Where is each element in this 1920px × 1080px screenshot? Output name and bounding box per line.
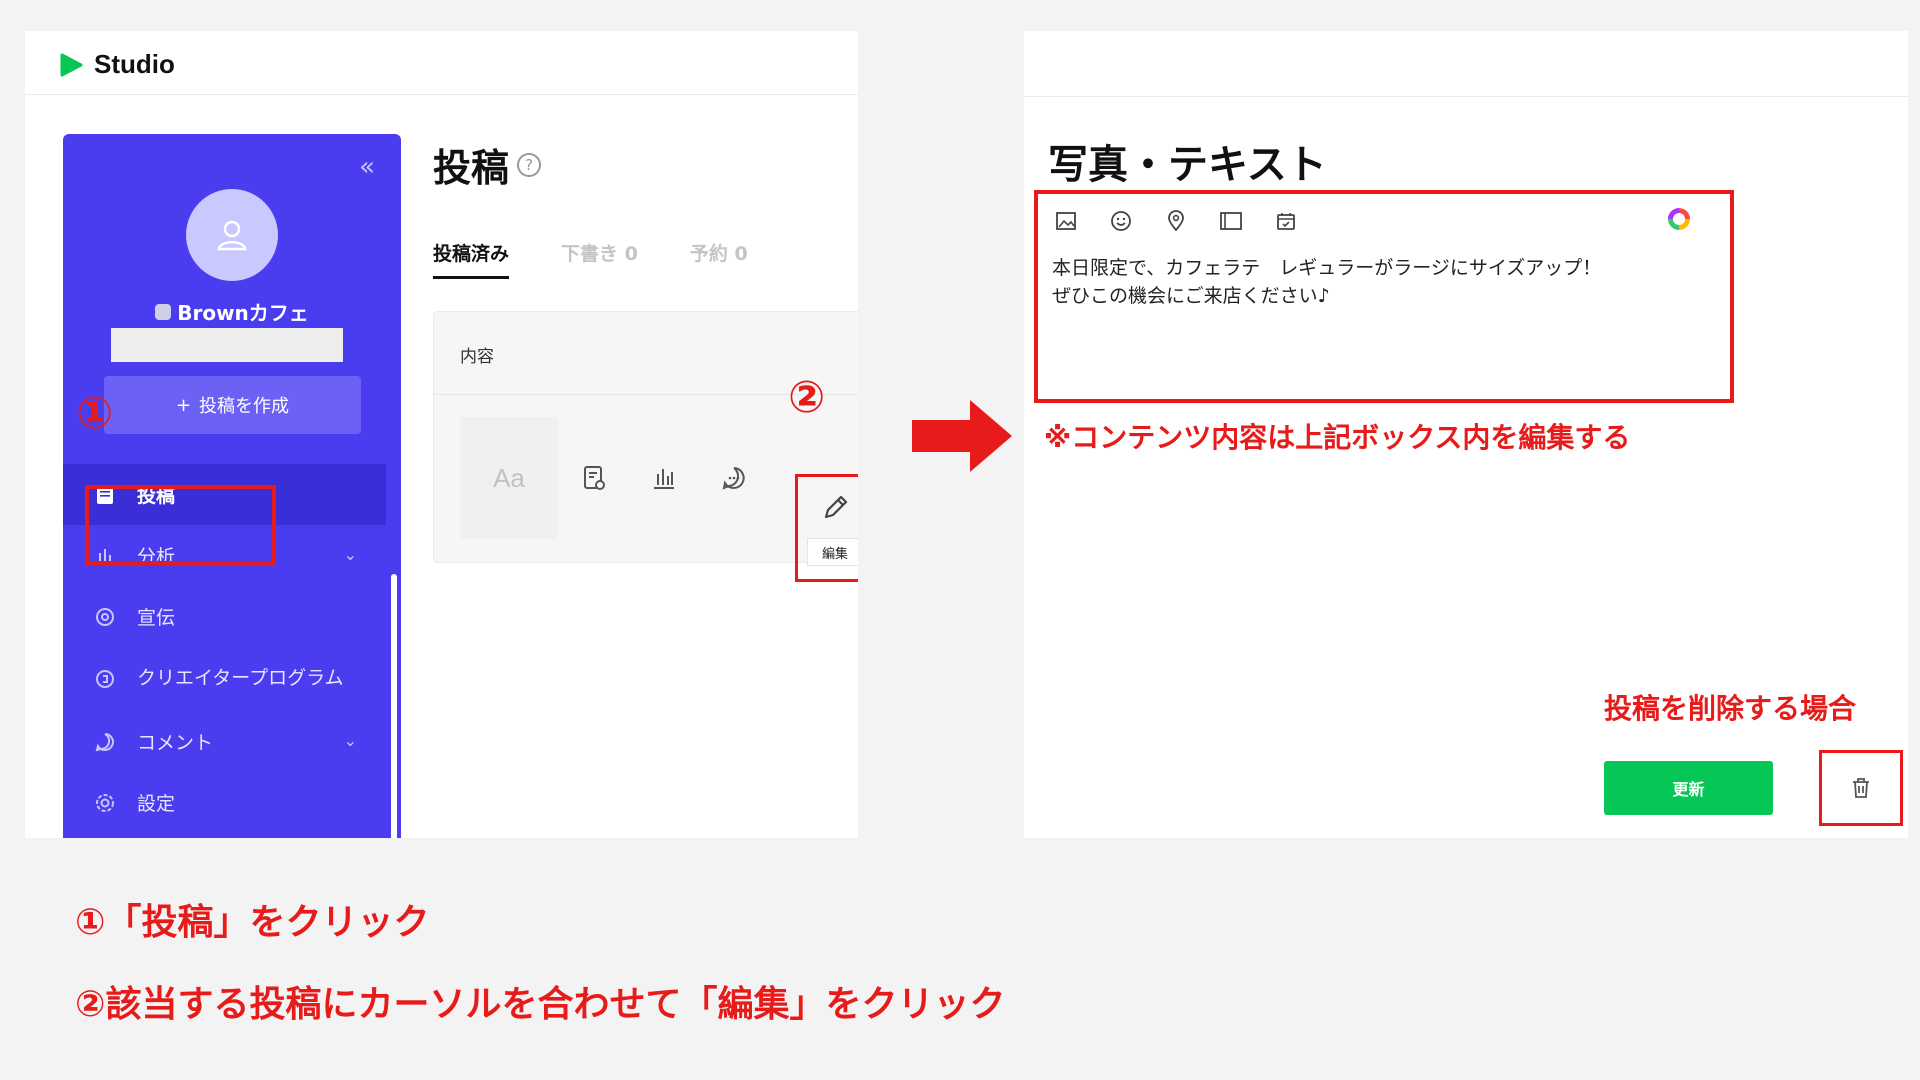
edit-note: ※コンテンツ内容は上記ボックス内を編集する xyxy=(1044,421,1631,454)
shield-icon xyxy=(155,303,172,320)
plus-icon: + xyxy=(175,394,192,416)
sidebar-item-settings[interactable]: 設定 xyxy=(63,772,401,833)
tab-published[interactable]: 投稿済み xyxy=(433,239,510,279)
post-tabs: 投稿済み 下書き 0 予約 0 xyxy=(433,239,748,279)
play-logo-icon xyxy=(58,52,84,78)
create-post-label: 投稿を作成 xyxy=(199,396,290,417)
right-arrow-icon xyxy=(912,400,1012,472)
top-bar: Studio xyxy=(25,31,858,95)
sidebar-item-label: 宣伝 xyxy=(137,607,176,629)
editor-textarea[interactable]: 本日限定で、カフェラテ レギュラーがラージにサイズアップ！ ぜひこの機会にご来店… xyxy=(1052,254,1712,310)
update-button[interactable]: 更新 xyxy=(1604,761,1773,815)
post-thumbnail[interactable]: Aa xyxy=(460,417,558,539)
instruction-step-1: ①「投稿」をクリック xyxy=(75,902,430,943)
delete-note: 投稿を削除する場合 xyxy=(1604,692,1857,725)
editor-toolbar xyxy=(1053,208,1299,234)
creator-program-icon xyxy=(93,667,117,691)
pencil-icon[interactable] xyxy=(820,491,852,527)
chevron-down-icon[interactable]: ⌄ xyxy=(344,545,357,564)
sidebar-item-comments[interactable]: コメント ⌄ xyxy=(63,711,401,772)
card-actions xyxy=(576,460,752,496)
preview-icon[interactable] xyxy=(576,460,612,496)
account-name[interactable]: Brownカフェ xyxy=(63,297,401,326)
stats-icon[interactable] xyxy=(646,460,682,496)
help-icon[interactable]: ? xyxy=(517,152,542,177)
sidebar-item-creator-program[interactable]: クリエイタープログラム xyxy=(63,647,401,711)
sidebar-item-promotion[interactable]: 宣伝 xyxy=(63,586,401,647)
emoji-icon[interactable] xyxy=(1108,208,1134,234)
edit-highlight: 編集 xyxy=(795,474,858,582)
marker-one: ① xyxy=(76,388,114,439)
tab-drafts[interactable]: 下書き 0 xyxy=(561,239,638,279)
right-screenshot: 写真・テキスト 本日限定で、カフェラテ レギュラーがラージにサイズアップ！ ぜひ… xyxy=(1024,31,1908,838)
studio-logo[interactable]: Studio xyxy=(58,49,175,80)
marker-two: ② xyxy=(788,372,826,423)
sidebar-scrollbar[interactable] xyxy=(391,574,397,838)
posts-highlight xyxy=(85,485,276,565)
sidebar-item-label: 設定 xyxy=(137,793,176,815)
avatar[interactable] xyxy=(186,189,278,281)
edit-tooltip: 編集 xyxy=(807,538,858,566)
frame-icon[interactable] xyxy=(1218,208,1244,234)
editor-title: 写真・テキスト xyxy=(1048,142,1327,188)
instruction-step-2: ②該当する投稿にカーソルを合わせて「編集」をクリック xyxy=(75,984,1006,1025)
tab-scheduled[interactable]: 予約 0 xyxy=(690,239,748,279)
create-post-button[interactable]: + 投稿を作成 xyxy=(104,376,361,434)
account-name-label: Brownカフェ xyxy=(177,301,309,325)
app-name: Studio xyxy=(94,49,175,79)
delete-highlight xyxy=(1819,750,1903,826)
top-bar xyxy=(1024,31,1908,97)
comment-icon[interactable] xyxy=(716,460,752,496)
coupon-icon[interactable] xyxy=(1273,208,1299,234)
page-title-label: 投稿 xyxy=(433,146,510,190)
trash-icon[interactable] xyxy=(1850,776,1872,800)
promotion-icon xyxy=(93,605,117,629)
sidebar-item-label: クリエイタープログラム xyxy=(137,667,344,690)
location-icon[interactable] xyxy=(1163,208,1189,234)
collapse-icon[interactable]: « xyxy=(359,152,375,182)
page-title: 投稿 ? xyxy=(433,137,542,192)
chevron-down-icon[interactable]: ⌄ xyxy=(344,731,357,750)
ai-assist-icon[interactable] xyxy=(1668,208,1690,230)
left-screenshot: Studio « Brownカフェ + 投稿を作成 投稿 分析 ⌄ 宣伝 クリエ… xyxy=(25,31,858,838)
settings-icon xyxy=(93,791,117,815)
comment-icon xyxy=(93,730,117,754)
user-icon xyxy=(217,220,247,251)
account-id-masked xyxy=(111,328,343,362)
post-editor[interactable]: 本日限定で、カフェラテ レギュラーがラージにサイズアップ！ ぜひこの機会にご来店… xyxy=(1034,190,1734,403)
sidebar-item-label: コメント xyxy=(137,732,214,754)
image-icon[interactable] xyxy=(1053,208,1079,234)
